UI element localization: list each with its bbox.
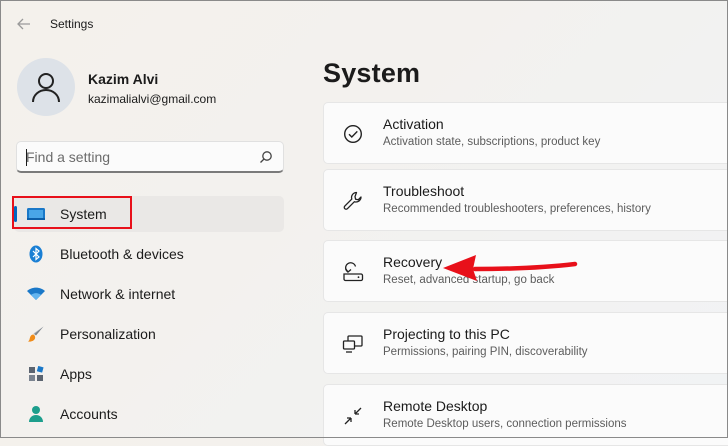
card-subtitle: Remote Desktop users, connection permiss…	[383, 418, 627, 430]
sidebar-item-label: Personalization	[60, 326, 156, 342]
sidebar-nav: System Bluetooth & devices Network & int…	[14, 196, 284, 436]
search-icon[interactable]	[259, 150, 273, 164]
person-icon	[32, 73, 60, 103]
sidebar-item-label: Apps	[60, 366, 92, 382]
back-button[interactable]	[14, 14, 34, 34]
back-arrow-icon	[17, 18, 30, 30]
avatar[interactable]	[17, 58, 75, 116]
card-troubleshoot[interactable]: Troubleshoot Recommended troubleshooters…	[323, 169, 728, 231]
sidebar-item-label: Network & internet	[60, 286, 176, 302]
sidebar-item-personalization[interactable]: Personalization	[14, 316, 284, 352]
card-subtitle: Permissions, pairing PIN, discoverabilit…	[383, 346, 588, 358]
card-title: Troubleshoot	[383, 183, 465, 199]
remote-desktop-icon	[342, 405, 364, 427]
card-subtitle: Activation state, subscriptions, product…	[383, 136, 601, 148]
sidebar-item-network[interactable]: Network & internet	[14, 276, 284, 312]
sidebar-item-apps[interactable]: Apps	[14, 356, 284, 392]
sidebar-item-system[interactable]: System	[14, 196, 284, 232]
user-email: kazimalialvi@gmail.com	[88, 92, 217, 106]
card-activation[interactable]: Activation Activation state, subscriptio…	[323, 102, 728, 164]
card-title: Remote Desktop	[383, 398, 488, 414]
card-subtitle: Recommended troubleshooters, preferences…	[383, 203, 651, 215]
sidebar-item-label: Accounts	[60, 406, 118, 422]
apps-icon	[26, 365, 46, 383]
projector-icon	[342, 333, 364, 355]
card-projecting[interactable]: Projecting to this PC Permissions, pairi…	[323, 312, 728, 374]
card-title: Recovery	[383, 254, 443, 270]
bluetooth-icon	[26, 245, 46, 263]
person-icon	[26, 405, 46, 423]
check-circle-icon	[342, 123, 364, 145]
sidebar-item-label: Bluetooth & devices	[60, 246, 184, 262]
search-box[interactable]	[16, 141, 284, 173]
wrench-icon	[342, 190, 364, 212]
sidebar-item-accounts[interactable]: Accounts	[14, 396, 284, 432]
recovery-icon	[342, 261, 364, 283]
card-title: Activation	[383, 116, 444, 132]
card-subtitle: Reset, advanced startup, go back	[383, 274, 555, 286]
window-title: Settings	[50, 17, 94, 31]
card-title: Projecting to this PC	[383, 326, 510, 342]
paintbrush-icon	[26, 325, 46, 343]
page-title: System	[323, 58, 421, 88]
selected-indicator	[14, 206, 17, 222]
card-remote-desktop[interactable]: Remote Desktop Remote Desktop users, con…	[323, 384, 728, 446]
card-recovery[interactable]: Recovery Reset, advanced startup, go bac…	[323, 240, 728, 302]
wifi-icon	[26, 285, 46, 303]
search-input[interactable]	[26, 147, 246, 167]
laptop-icon	[26, 205, 46, 223]
sidebar-item-label: System	[60, 206, 107, 222]
user-name: Kazim Alvi	[88, 71, 159, 87]
text-caret	[26, 149, 27, 166]
sidebar-item-bluetooth[interactable]: Bluetooth & devices	[14, 236, 284, 272]
